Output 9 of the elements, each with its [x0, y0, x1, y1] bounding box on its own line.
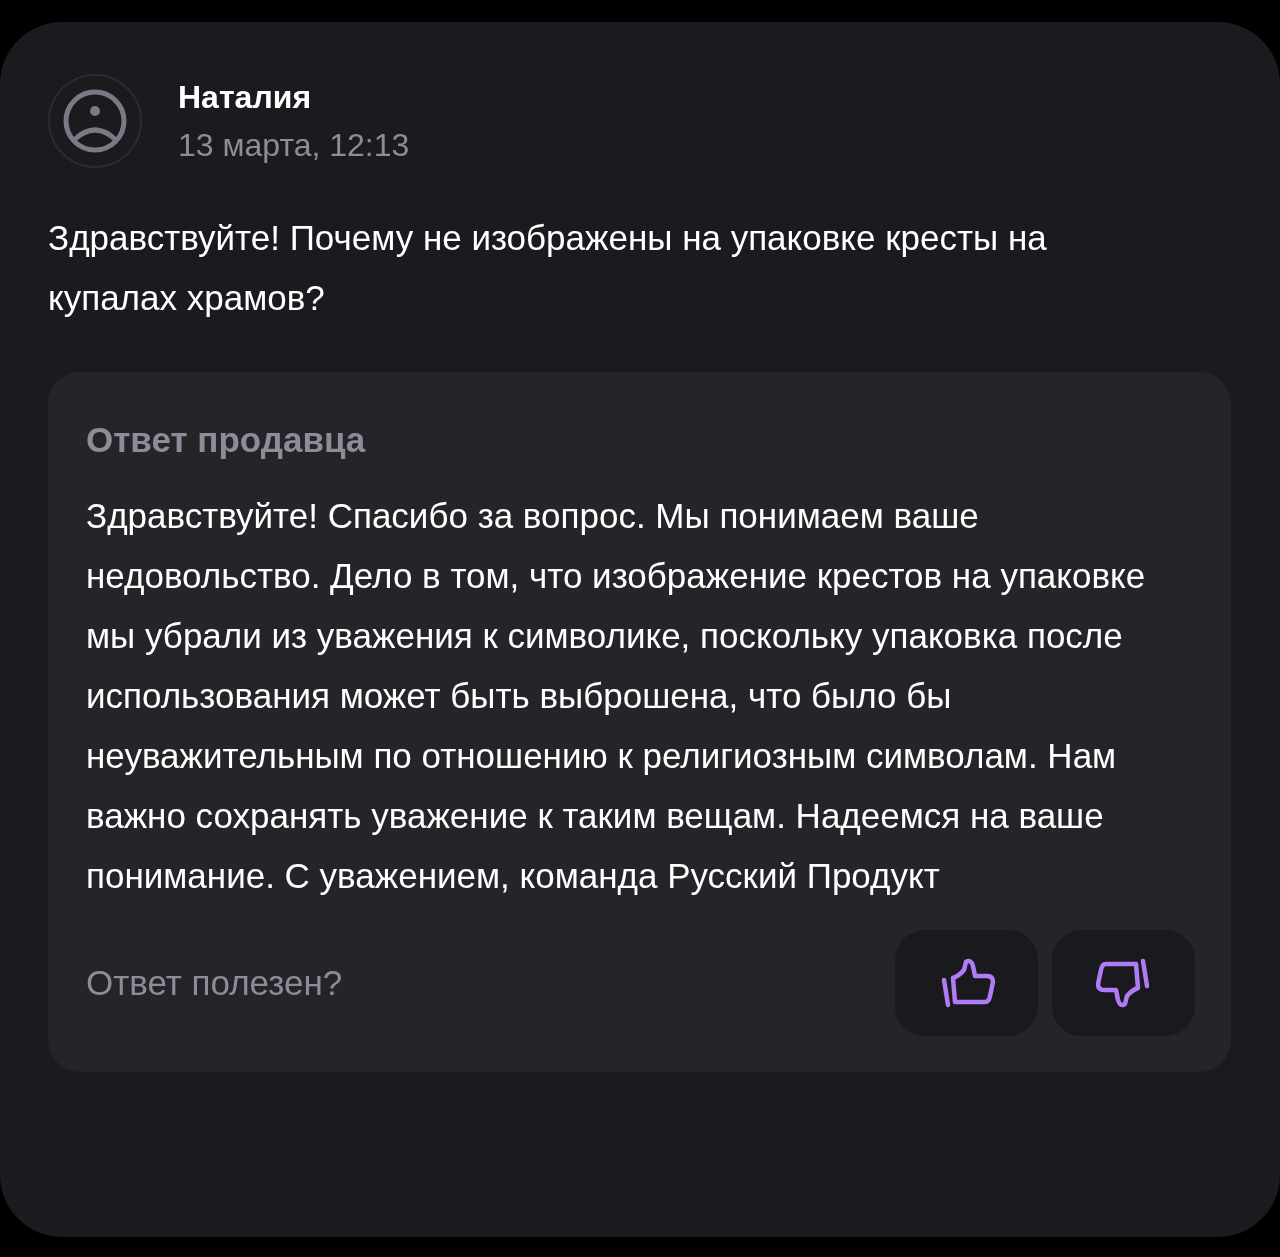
question-date: 13 марта, 12:13 [178, 126, 410, 165]
helpful-prompt: Ответ полезен? [86, 963, 344, 1003]
answer-text: Здравствуйте! Спасибо за вопрос. Мы понимаем ваше недовольство. Дело в том, что изображение крестов на упаковке мы убрали из уважения к символике, поскольку упаковка после использования может быть выброшена, что было бы неуважительным по отношению к религиозным символам. Нам важно сохранять уважение к таким вещам. Надеемся на ваше понимание. С уважением, команда Русский Продукт [86, 495, 1147, 897]
author-name: Наталия [178, 78, 313, 117]
question-text: Здравствуйте! Почему не изображены на упаковке кресты на купалах храмов? [48, 217, 1048, 319]
like-button[interactable] [895, 930, 1038, 1036]
answer-title: Ответ продавца [86, 419, 367, 461]
dislike-button[interactable] [1052, 930, 1195, 1036]
user-icon [62, 88, 128, 154]
